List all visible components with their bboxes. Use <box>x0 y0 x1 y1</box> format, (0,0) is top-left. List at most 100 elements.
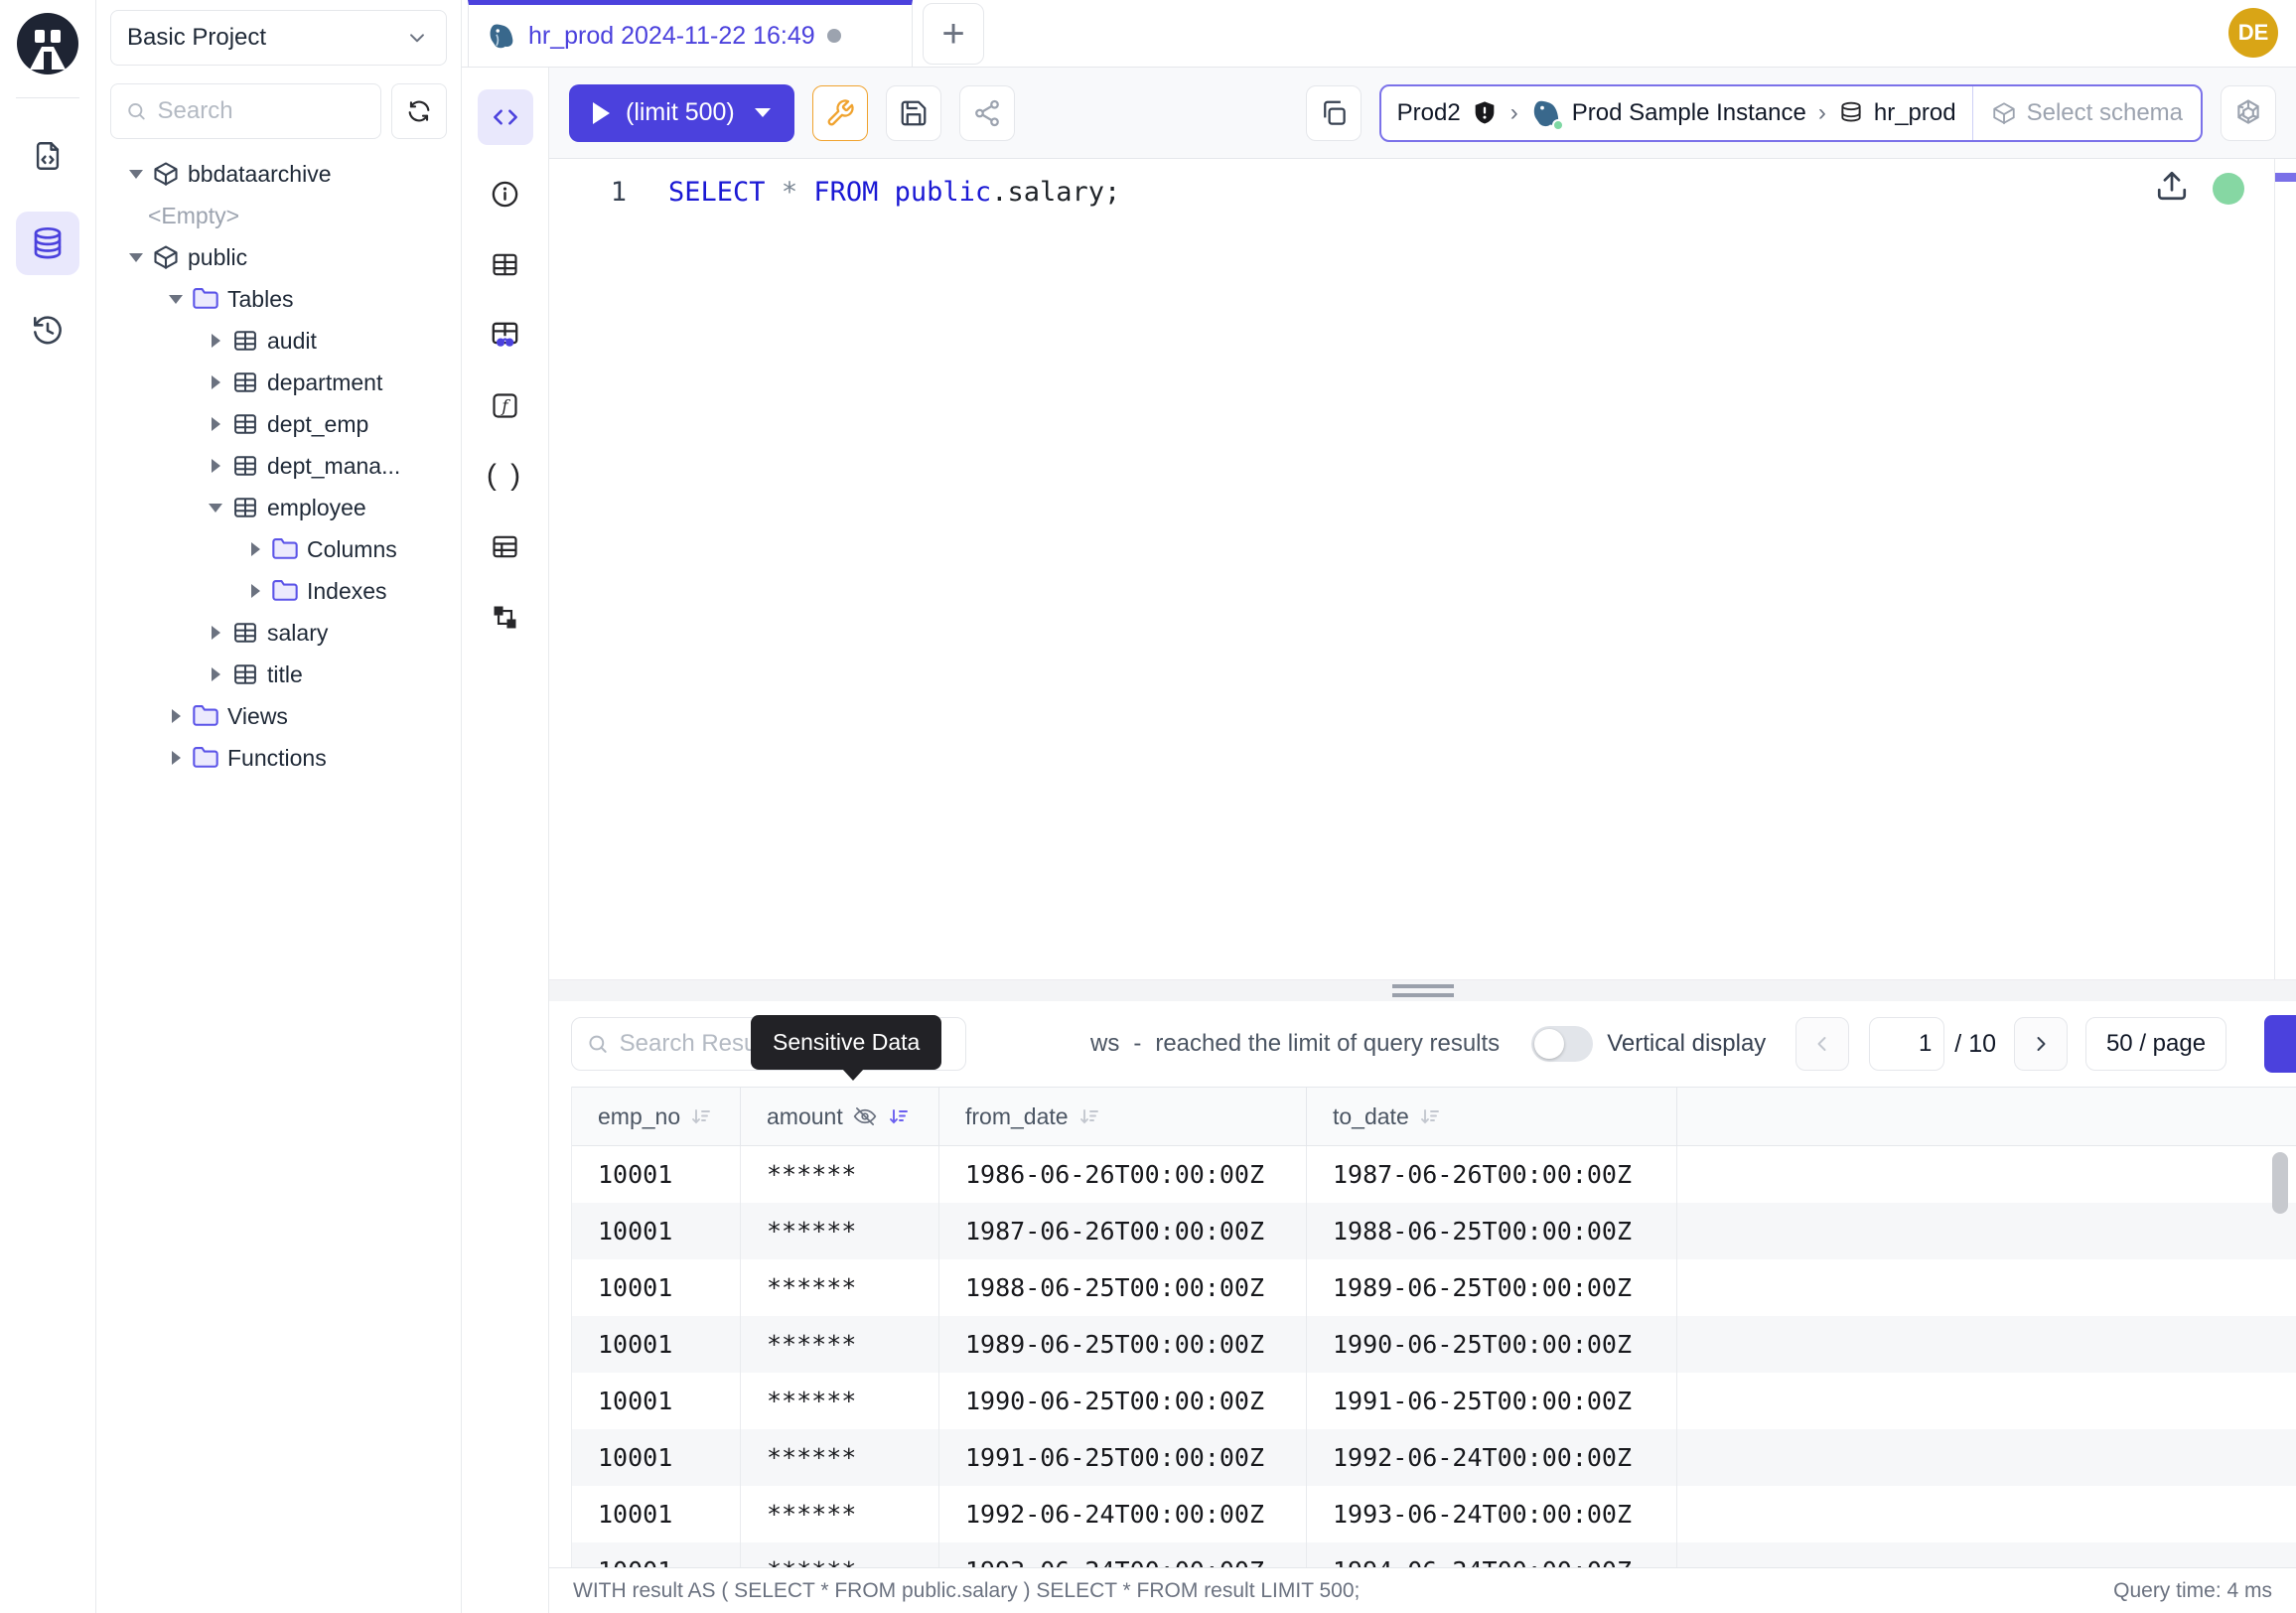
table-cell[interactable]: ****** <box>741 1486 939 1542</box>
table-row[interactable]: 10001******1993-06-24T00:00:00Z1994-06-2… <box>572 1542 2296 1567</box>
upload-sql-button[interactable] <box>2155 169 2189 207</box>
new-tab-button[interactable]: + <box>923 3 984 65</box>
table-scrollbar-thumb[interactable] <box>2272 1152 2288 1214</box>
user-avatar[interactable]: DE <box>2228 8 2278 58</box>
rail-worksheet-button[interactable] <box>16 124 79 188</box>
table-row[interactable]: 10001******1988-06-25T00:00:00Z1989-06-2… <box>572 1259 2296 1316</box>
info-panel-button[interactable] <box>484 172 527 216</box>
tree-item-tables[interactable]: Tables <box>110 278 447 320</box>
table-row[interactable]: 10001******1987-06-26T00:00:00Z1988-06-2… <box>572 1203 2296 1259</box>
sort-active-icon[interactable] <box>887 1104 911 1128</box>
functions-panel-button[interactable]: f <box>484 383 527 427</box>
tree-item-bbdataarchive[interactable]: bbdataarchive <box>110 153 447 195</box>
caret-right-icon[interactable] <box>243 584 267 598</box>
table-row[interactable]: 10001******1991-06-25T00:00:00Z1992-06-2… <box>572 1429 2296 1486</box>
table-cell[interactable]: 1988-06-25T00:00:00Z <box>1307 1203 1677 1259</box>
table-cell[interactable]: ****** <box>741 1316 939 1373</box>
batch-query-button[interactable] <box>1306 85 1362 141</box>
rail-databases-button[interactable] <box>16 212 79 275</box>
page-number-input[interactable] <box>1869 1017 1944 1071</box>
tree-item-department[interactable]: department <box>110 362 447 403</box>
caret-right-icon[interactable] <box>204 417 227 431</box>
table-cell[interactable]: 1987-06-26T00:00:00Z <box>939 1203 1307 1259</box>
export-edge-button[interactable] <box>2264 1015 2296 1073</box>
column-header-amount[interactable]: amount <box>741 1088 939 1145</box>
table-cell[interactable]: 10001 <box>572 1316 741 1373</box>
tree-item-title[interactable]: title <box>110 654 447 695</box>
prev-page-button[interactable] <box>1795 1017 1849 1071</box>
caret-right-icon[interactable] <box>204 626 227 640</box>
run-options-chevron-icon[interactable] <box>755 108 771 117</box>
table-row[interactable]: 10001******1986-06-26T00:00:00Z1987-06-2… <box>572 1146 2296 1203</box>
external-tables-panel-button[interactable] <box>484 524 527 568</box>
refresh-schema-button[interactable] <box>391 83 447 139</box>
ai-assistant-button[interactable] <box>2221 85 2276 141</box>
tree-item-dept-emp[interactable]: dept_emp <box>110 403 447 445</box>
sort-icon[interactable] <box>1418 1104 1442 1128</box>
tables-panel-button[interactable] <box>484 242 527 286</box>
table-cell[interactable]: 1986-06-26T00:00:00Z <box>939 1146 1307 1203</box>
table-row[interactable]: 10001******1990-06-25T00:00:00Z1991-06-2… <box>572 1373 2296 1429</box>
table-cell[interactable]: 1993-06-24T00:00:00Z <box>939 1542 1307 1567</box>
column-header-to-date[interactable]: to_date <box>1307 1088 1677 1145</box>
tree-item-views[interactable]: Views <box>110 695 447 737</box>
table-cell[interactable]: 1994-06-24T00:00:00Z <box>1307 1542 1677 1567</box>
table-cell[interactable]: ****** <box>741 1429 939 1486</box>
table-cell[interactable]: 1987-06-26T00:00:00Z <box>1307 1146 1677 1203</box>
panel-resize-handle[interactable] <box>549 979 2296 1001</box>
table-row[interactable]: 10001******1989-06-25T00:00:00Z1990-06-2… <box>572 1316 2296 1373</box>
page-size-select[interactable]: 50 / page <box>2085 1017 2226 1071</box>
tree-item-dept-mana[interactable]: dept_mana... <box>110 445 447 487</box>
caret-right-icon[interactable] <box>164 751 188 765</box>
table-cell[interactable]: 1988-06-25T00:00:00Z <box>939 1259 1307 1316</box>
table-cell[interactable]: 1989-06-25T00:00:00Z <box>939 1316 1307 1373</box>
table-cell[interactable]: ****** <box>741 1542 939 1567</box>
save-sheet-button[interactable] <box>886 85 941 141</box>
tree-item-columns[interactable]: Columns <box>110 528 447 570</box>
tab-hr-prod[interactable]: hr_prod 2024-11-22 16:49 <box>468 0 913 67</box>
table-cell[interactable]: 1990-06-25T00:00:00Z <box>939 1373 1307 1429</box>
table-cell[interactable]: 1989-06-25T00:00:00Z <box>1307 1259 1677 1316</box>
tree-item-salary[interactable]: salary <box>110 612 447 654</box>
table-cell[interactable]: 1991-06-25T00:00:00Z <box>939 1429 1307 1486</box>
format-sql-button[interactable] <box>812 85 868 141</box>
select-schema-button[interactable]: Select schema <box>1972 86 2201 140</box>
sort-icon[interactable] <box>689 1104 713 1128</box>
tree-item-empty[interactable]: <Empty> <box>110 195 447 236</box>
tree-item-indexes[interactable]: Indexes <box>110 570 447 612</box>
table-cell[interactable]: ****** <box>741 1259 939 1316</box>
sql-editor-mode-button[interactable] <box>478 89 533 145</box>
table-cell[interactable]: 1991-06-25T00:00:00Z <box>1307 1373 1677 1429</box>
column-header-from-date[interactable]: from_date <box>939 1088 1307 1145</box>
run-query-button[interactable]: (limit 500) <box>569 84 794 142</box>
caret-down-icon[interactable] <box>124 170 148 179</box>
schema-diagram-button[interactable] <box>484 595 527 639</box>
table-cell[interactable]: ****** <box>741 1203 939 1259</box>
connection-breadcrumb[interactable]: Prod2 › <box>1379 84 2203 142</box>
bytebase-logo-icon[interactable] <box>16 12 79 75</box>
table-cell[interactable]: 1992-06-24T00:00:00Z <box>939 1486 1307 1542</box>
share-sheet-button[interactable] <box>959 85 1015 141</box>
table-cell[interactable]: ****** <box>741 1373 939 1429</box>
table-cell[interactable]: 10001 <box>572 1146 741 1203</box>
column-header-emp-no[interactable]: emp_no <box>572 1088 741 1145</box>
table-cell[interactable]: 10001 <box>572 1203 741 1259</box>
tree-item-public[interactable]: public <box>110 236 447 278</box>
caret-down-icon[interactable] <box>204 504 227 513</box>
table-cell[interactable]: 10001 <box>572 1429 741 1486</box>
caret-down-icon[interactable] <box>164 295 188 304</box>
sql-editor[interactable]: 1 SELECT * FROM public.salary; <box>549 159 2296 979</box>
caret-right-icon[interactable] <box>204 334 227 348</box>
sort-icon[interactable] <box>1077 1104 1101 1128</box>
sensitive-data-panel-button[interactable] <box>484 313 527 357</box>
connection-context[interactable]: Prod2 › <box>1381 97 1972 129</box>
table-cell[interactable]: 1992-06-24T00:00:00Z <box>1307 1429 1677 1486</box>
project-selector[interactable]: Basic Project <box>110 10 447 66</box>
caret-right-icon[interactable] <box>204 375 227 389</box>
table-cell[interactable]: 1990-06-25T00:00:00Z <box>1307 1316 1677 1373</box>
table-cell[interactable]: 10001 <box>572 1542 741 1567</box>
rail-history-button[interactable] <box>16 299 79 363</box>
sidebar-search-input[interactable] <box>158 97 366 125</box>
caret-right-icon[interactable] <box>204 667 227 681</box>
vertical-display-toggle[interactable] <box>1531 1026 1593 1062</box>
